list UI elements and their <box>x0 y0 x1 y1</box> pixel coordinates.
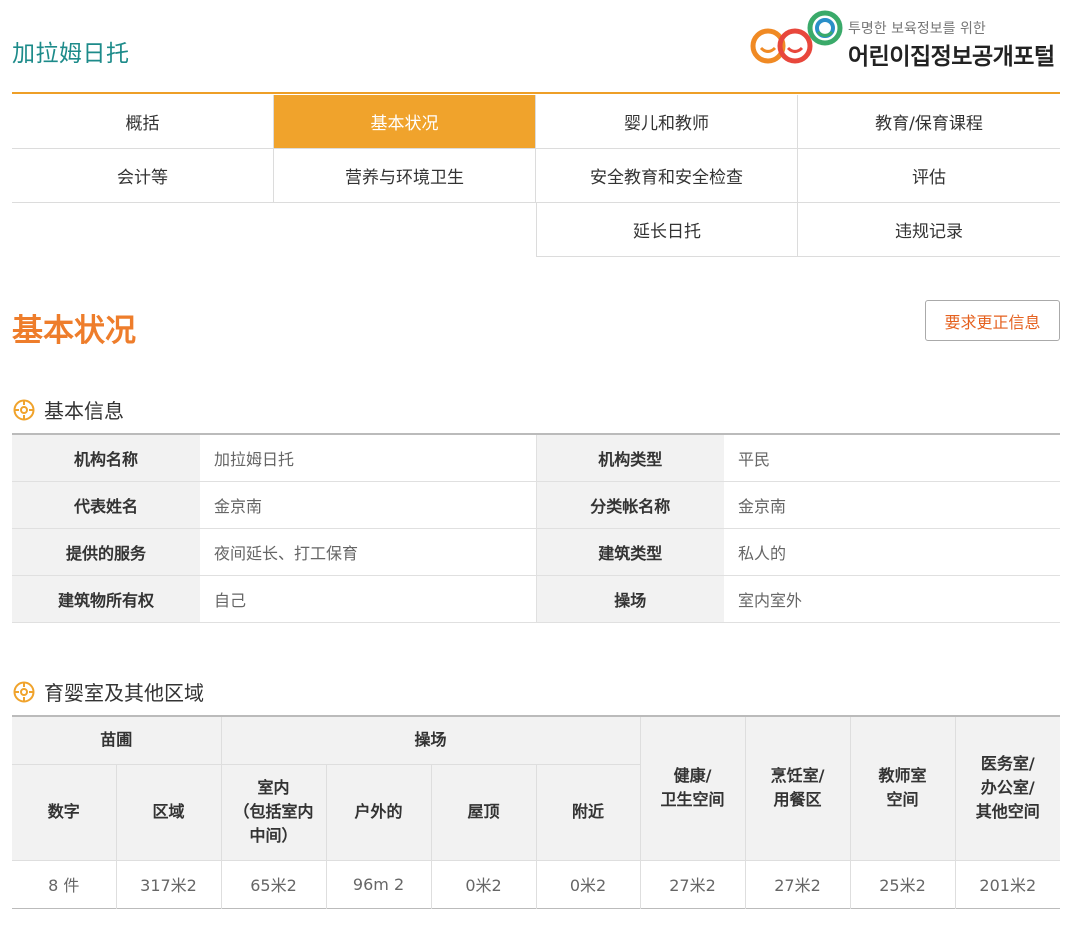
field-value: 平民 <box>724 434 1060 482</box>
area-table: 苗圃 操场 健康/ 卫生空间 烹饪室/ 用餐区 教师室 空间 医务室/ 办公室/… <box>12 715 1061 909</box>
header-kitchen: 烹饪室/ 用餐区 <box>744 715 851 861</box>
header: 加拉姆日托 투명한 보육정보를 위한 어린이집정보공개포털 <box>12 0 1060 94</box>
table-cell: 0米2 <box>430 859 537 908</box>
logo-title: 어린이집정보공개포털 <box>848 44 1055 70</box>
field-value: 金京南 <box>200 481 536 529</box>
table-cell: 65米2 <box>220 859 327 908</box>
table-row: 机构名称 加拉姆日托 机构类型 平民 <box>12 434 1060 482</box>
basic-info-heading-text: 基本信息 <box>44 399 124 423</box>
tab-basic-status[interactable]: 基本状况 <box>274 95 536 149</box>
site-name[interactable]: 加拉姆日托 <box>12 34 130 68</box>
area-heading: 育婴室及其他区域 <box>12 677 204 706</box>
tab-evaluation[interactable]: 评估 <box>798 149 1060 203</box>
area-heading-text: 育婴室及其他区域 <box>44 681 204 705</box>
tab-safety[interactable]: 安全教育和安全检查 <box>536 149 798 203</box>
field-value: 自己 <box>200 575 536 623</box>
table-cell: 317米2 <box>115 859 222 908</box>
target-icon <box>13 681 35 702</box>
tab-violations[interactable]: 违规记录 <box>798 203 1060 257</box>
tab-curriculum[interactable]: 教育/保育课程 <box>798 95 1060 149</box>
field-value: 私人的 <box>724 528 1060 576</box>
tab-nutrition-hygiene[interactable]: 营养与环境卫生 <box>274 149 536 203</box>
header-health: 健康/ 卫生空间 <box>639 715 746 861</box>
basic-info-table: 机构名称 加拉姆日托 机构类型 平民 代表姓名 金京南 分类帐名称 金京南 提供… <box>12 433 1060 623</box>
table-cell: 96m 2 <box>325 859 432 908</box>
field-label: 提供的服务 <box>12 528 200 576</box>
tab-infants-teachers[interactable]: 婴儿和教师 <box>536 95 798 149</box>
table-header-row: 苗圃 操场 健康/ 卫生空间 烹饪室/ 用餐区 教师室 空间 医务室/ 办公室/… <box>12 715 1061 861</box>
table-cell: 27米2 <box>639 859 746 908</box>
field-value: 室内室外 <box>724 575 1060 623</box>
logo-tagline: 투명한 보육정보를 위한 <box>848 21 986 37</box>
header-playground: 操场 <box>220 715 641 765</box>
field-value: 夜间延长、打工保育 <box>200 528 536 576</box>
table-cell: 25米2 <box>849 859 956 908</box>
header-indoor: 室内 （包括室内 中间） <box>220 763 327 861</box>
table-cell: 201米2 <box>954 859 1061 908</box>
header-outdoor: 户外的 <box>325 763 432 861</box>
header-area: 区域 <box>115 763 222 861</box>
field-label: 代表姓名 <box>12 481 200 529</box>
field-label: 分类帐名称 <box>535 481 724 529</box>
table-cell: 0米2 <box>535 859 641 908</box>
header-roof: 屋顶 <box>430 763 537 861</box>
header-nursery: 苗圃 <box>12 715 222 765</box>
request-correction-button[interactable]: 要求更正信息 <box>925 300 1060 341</box>
page-title: 基本状况 <box>12 313 136 349</box>
field-value: 金京南 <box>724 481 1060 529</box>
field-label: 机构名称 <box>12 434 200 482</box>
table-row: 提供的服务 夜间延长、打工保育 建筑类型 私人的 <box>12 528 1060 576</box>
table-row: 8 件 317米2 65米2 96m 2 0米2 0米2 27米2 27米2 2… <box>12 859 1061 908</box>
table-cell: 27米2 <box>744 859 851 908</box>
tab-extended-care[interactable]: 延长日托 <box>536 203 798 257</box>
header-teacher-room: 教师室 空间 <box>849 715 956 861</box>
table-cell: 8 件 <box>12 859 117 908</box>
field-label: 机构类型 <box>535 434 724 482</box>
field-label: 建筑物所有权 <box>12 575 200 623</box>
tab-accounting[interactable]: 会计等 <box>12 149 274 203</box>
field-label: 建筑类型 <box>535 528 724 576</box>
basic-info-heading: 基本信息 <box>12 395 124 424</box>
table-row: 建筑物所有权 自己 操场 室内室外 <box>12 575 1060 623</box>
table-row: 代表姓名 金京南 分类帐名称 金京南 <box>12 481 1060 529</box>
smile-faces-icon <box>750 10 843 64</box>
tab-overview[interactable]: 概括 <box>12 95 274 149</box>
header-medical-office: 医务室/ 办公室/ 其他空间 <box>954 715 1061 861</box>
field-value: 加拉姆日托 <box>200 434 536 482</box>
portal-logo[interactable]: 투명한 보육정보를 위한 어린이집정보공개포털 <box>750 10 1060 72</box>
field-label: 操场 <box>535 575 724 623</box>
header-count: 数字 <box>12 763 117 861</box>
target-icon <box>13 399 35 420</box>
header-nearby: 附近 <box>535 763 641 861</box>
